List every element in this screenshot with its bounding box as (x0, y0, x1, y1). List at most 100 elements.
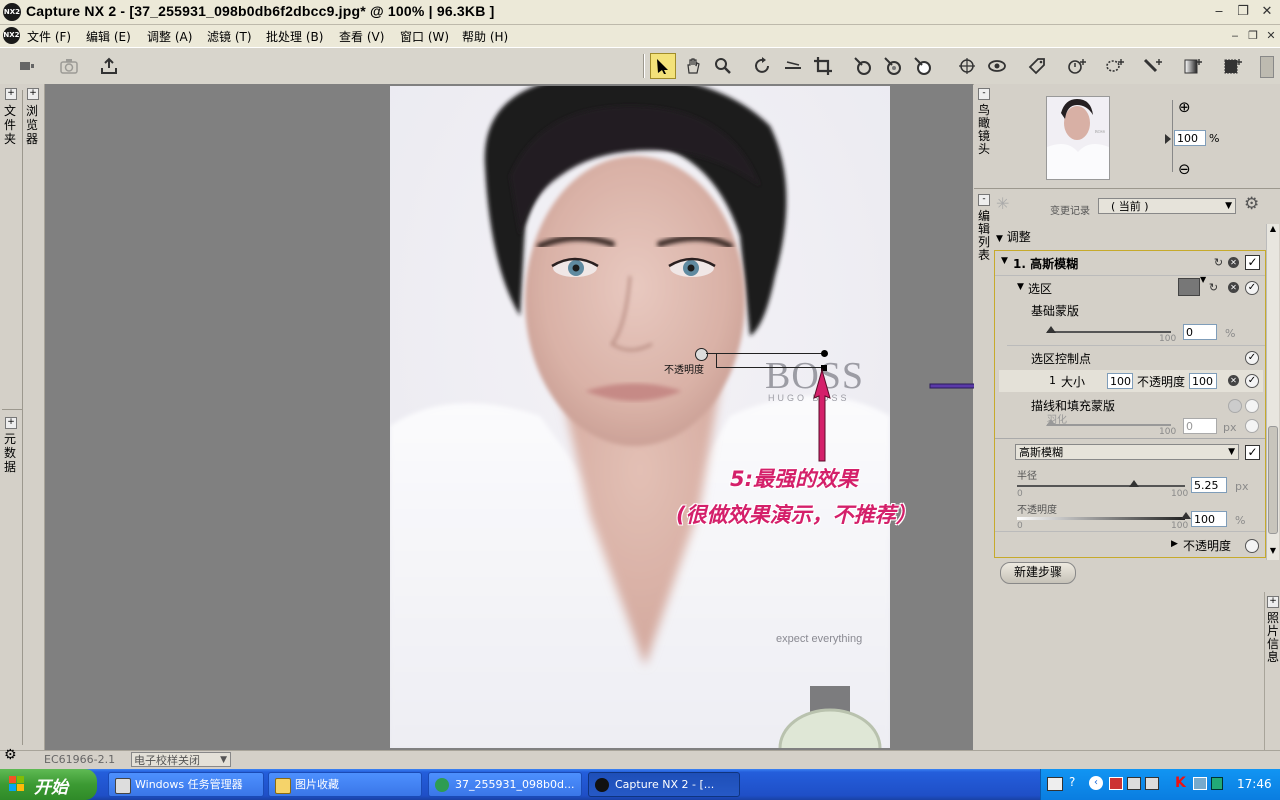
control-point-enable-checkbox[interactable]: ✓ (1245, 374, 1259, 388)
birdseye-tab[interactable]: 鸟瞰镜头 (977, 104, 991, 156)
folder-tab-expand-icon[interactable]: + (5, 88, 17, 100)
zoom-in-icon[interactable]: ⊕ (1178, 98, 1191, 116)
taskbar-item-capture-nx[interactable]: Capture NX 2 - [... (588, 772, 740, 797)
keyboard-icon[interactable] (1047, 777, 1063, 791)
photo-info-expand-icon[interactable]: + (1267, 596, 1279, 608)
stroke-fill-radio-1[interactable] (1228, 399, 1242, 413)
scroll-down-icon[interactable]: ▼ (1268, 546, 1278, 558)
folder-tab[interactable]: 文件夹 (3, 104, 17, 146)
help-icon[interactable]: ? (1069, 775, 1075, 789)
red-eye-icon[interactable] (954, 53, 980, 79)
adjust-section-header[interactable]: ▼ 调整 (996, 228, 1031, 245)
chevron-down-icon[interactable]: ▼ (1200, 275, 1206, 284)
step-reset-icon[interactable]: ↻ (1213, 257, 1224, 268)
menu-view[interactable]: 查看 (V) (339, 28, 384, 45)
control-points-checkbox[interactable]: ✓ (1245, 351, 1259, 365)
step-delete-icon[interactable]: ✕ (1228, 257, 1239, 268)
edit-list-tab[interactable]: 编辑列表 (977, 210, 991, 262)
stroke-fill-radio-2[interactable] (1245, 399, 1259, 413)
zoom-tool-icon[interactable] (710, 53, 736, 79)
control-point-delete-icon[interactable]: ✕ (1228, 375, 1239, 386)
base-mask-slider[interactable] (1047, 331, 1171, 333)
opacity-field[interactable]: 100 (1191, 511, 1227, 527)
doc-minimize-button[interactable]: ‒ (1226, 28, 1244, 44)
crop-icon[interactable] (810, 53, 836, 79)
feather-radio[interactable] (1245, 419, 1259, 433)
control-point-size-handle[interactable] (821, 350, 828, 357)
zoom-out-icon[interactable]: ⊖ (1178, 160, 1191, 178)
opacity-expand-radio[interactable] (1245, 539, 1259, 553)
selection-reset-icon[interactable]: ↻ (1208, 282, 1219, 293)
selection-mode-swatch[interactable] (1178, 278, 1200, 296)
taskbar-item-image-viewer[interactable]: 37_255931_098b0d... (428, 772, 582, 797)
control-point-row[interactable]: 1 大小 100 不透明度 100 ✕ ✓ (999, 370, 1263, 392)
menu-window[interactable]: 窗口 (W) (400, 28, 449, 45)
display-icon[interactable] (1145, 777, 1159, 790)
zoom-value-field[interactable]: 100 (1174, 130, 1206, 146)
opacity-slider-thumb[interactable] (1181, 512, 1191, 519)
taskbar-item-pictures[interactable]: 图片收藏 (268, 772, 422, 797)
metadata-tab[interactable]: 元数据 (3, 432, 17, 474)
antivirus-icon[interactable]: K (1175, 775, 1186, 791)
edit-list-scrollbar[interactable]: ▲ ▼ (1266, 224, 1279, 560)
menu-help[interactable]: 帮助 (H) (462, 28, 508, 45)
control-point-handle[interactable] (695, 348, 708, 361)
menu-batch[interactable]: 批处理 (B) (266, 28, 323, 45)
doc-restore-button[interactable]: ❐ (1244, 28, 1262, 44)
minimize-button[interactable]: ‒ (1210, 4, 1228, 20)
browser-toggle-icon[interactable] (14, 53, 40, 79)
edit-list-collapse-icon[interactable]: - (978, 194, 990, 206)
zoom-slider-thumb[interactable] (1165, 134, 1171, 144)
birdseye-collapse-icon[interactable]: - (978, 88, 990, 100)
filter-enable-checkbox[interactable]: ✓ (1245, 445, 1260, 460)
monitor-icon[interactable] (1109, 777, 1123, 790)
straighten-icon[interactable] (780, 53, 806, 79)
menu-adjust[interactable]: 调整 (A) (147, 28, 192, 45)
tray-app-icon[interactable] (1211, 777, 1223, 790)
taskbar-item-task-manager[interactable]: Windows 任务管理器 (108, 772, 264, 797)
print-icon[interactable] (96, 53, 122, 79)
feather-slider-thumb[interactable] (1046, 419, 1056, 426)
selection-delete-icon[interactable]: ✕ (1228, 282, 1239, 293)
radius-slider[interactable] (1017, 485, 1185, 487)
fill-add-icon[interactable] (1220, 53, 1246, 79)
browser-tab[interactable]: 浏览器 (25, 104, 39, 146)
menu-filter[interactable]: 滤镜 (T) (207, 28, 252, 45)
step-enable-checkbox[interactable]: ✓ (1245, 255, 1260, 270)
soft-proof-dropdown[interactable]: 电子校样关闭 ▼ (131, 752, 231, 767)
photo-info-tab[interactable]: 照片信息 (1266, 612, 1280, 664)
tray-collapse-icon[interactable]: ‹ (1089, 776, 1103, 790)
tag-icon[interactable] (1024, 53, 1050, 79)
brush-add-icon[interactable] (1140, 53, 1166, 79)
lasso-select-icon[interactable] (1102, 53, 1128, 79)
filter-dropdown[interactable]: 高斯模糊 ▼ (1015, 444, 1239, 460)
hand-tool-icon[interactable] (680, 53, 706, 79)
scrollbar-thumb[interactable] (1268, 426, 1278, 534)
direct-select-tool-icon[interactable] (650, 53, 676, 79)
base-mask-slider-thumb[interactable] (1046, 326, 1056, 333)
menu-file[interactable]: 文件 (F) (27, 28, 71, 45)
toolbar-overflow-icon[interactable] (1260, 56, 1274, 78)
feather-field[interactable]: 0 (1183, 418, 1217, 434)
settings-gear-icon[interactable]: ⚙ (1244, 194, 1259, 214)
black-control-point-icon[interactable] (850, 53, 876, 79)
white-control-point-icon[interactable] (910, 53, 936, 79)
opacity-slider[interactable] (1017, 517, 1185, 520)
eye-icon[interactable] (984, 53, 1010, 79)
gradient-add-icon[interactable] (1180, 53, 1206, 79)
menu-edit[interactable]: 编辑 (E) (86, 28, 131, 45)
maximize-button[interactable]: ❐ (1234, 4, 1252, 20)
close-button[interactable]: ✕ (1258, 4, 1276, 20)
control-point-size-field[interactable]: 100 (1107, 373, 1133, 389)
triangle-right-icon[interactable]: ▶ (1171, 539, 1178, 549)
selection-enable-checkbox[interactable]: ✓ (1245, 281, 1259, 295)
scroll-up-icon[interactable]: ▲ (1268, 224, 1278, 236)
metadata-tab-expand-icon[interactable]: + (5, 417, 17, 429)
gear-icon[interactable]: ⚙ (4, 747, 17, 763)
lasso-add-icon[interactable] (1064, 53, 1090, 79)
start-button[interactable]: 开始 (0, 769, 97, 800)
doc-close-button[interactable]: ✕ (1262, 28, 1280, 44)
new-step-button[interactable]: 新建步骤 (1000, 562, 1076, 584)
radius-field[interactable]: 5.25 (1191, 477, 1227, 493)
feather-slider[interactable] (1047, 424, 1171, 426)
